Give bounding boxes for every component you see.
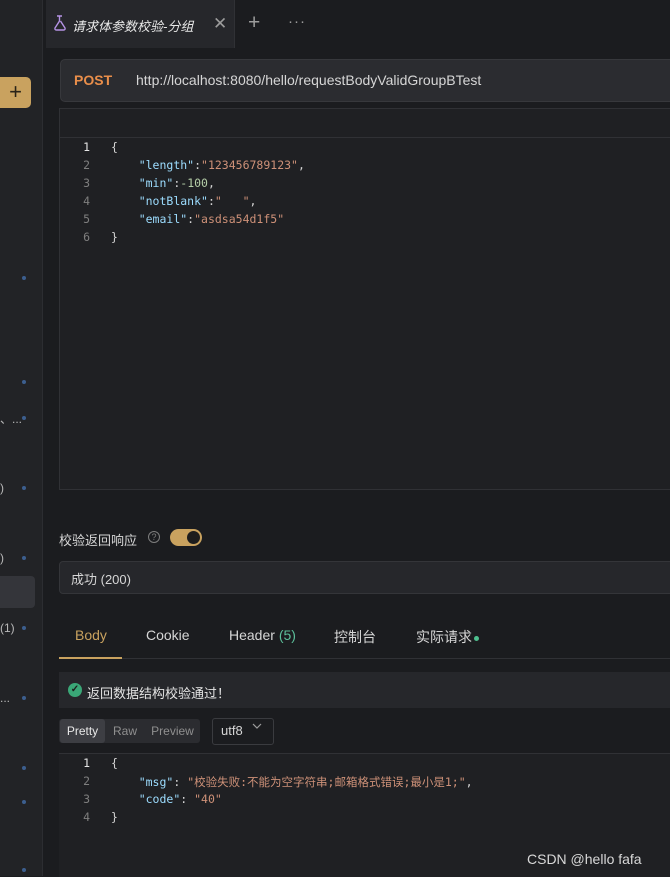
json-value: "校验失败:不能为空字符串;邮箱格式错误;最小是1;" <box>187 775 466 789</box>
json-value: "123456789123" <box>201 158 298 172</box>
help-icon[interactable]: ? <box>148 531 160 543</box>
chevron-down-icon <box>252 723 262 729</box>
sidebar-item-label[interactable]: ... <box>0 691 10 705</box>
close-icon[interactable]: ✕ <box>213 14 227 34</box>
line-number: 5 <box>83 212 90 226</box>
sidebar-item-label[interactable]: 、... <box>0 410 22 427</box>
tab-console[interactable]: 控制台 <box>334 627 376 647</box>
format-pretty-button[interactable]: Pretty <box>60 719 105 743</box>
code-line: "email":"asdsa54d1f5" <box>138 212 285 226</box>
validation-message: 返回数据结构校验通过！ <box>87 686 231 701</box>
sidebar-dot <box>22 800 26 804</box>
line-number: 6 <box>83 230 90 244</box>
editor-toolbar <box>60 109 670 138</box>
json-value: "40" <box>194 792 222 806</box>
tab-header-label: Header <box>229 627 275 643</box>
divider <box>59 658 670 659</box>
json-key: "min" <box>138 176 174 190</box>
line-number: 1 <box>83 140 90 154</box>
line-number: 4 <box>83 810 90 824</box>
add-button[interactable]: + <box>0 77 31 108</box>
code-line: "notBlank":" ", <box>138 194 257 208</box>
tab-title: 请求体参数校验-分组 <box>72 19 194 34</box>
sidebar-dot <box>22 868 26 872</box>
tab-actual-request[interactable]: 实际请求 <box>416 627 479 647</box>
format-raw-button[interactable]: Raw <box>106 719 144 743</box>
watermark: CSDN @hello fafa <box>527 851 642 867</box>
more-icon[interactable]: ··· <box>288 13 306 30</box>
check-circle-icon: ✓ <box>68 683 82 697</box>
encoding-value: utf8 <box>221 723 243 738</box>
sidebar-item-active[interactable] <box>0 576 35 608</box>
code-line: "code": "40" <box>138 792 222 806</box>
json-key: "notBlank" <box>138 194 208 208</box>
line-number: 2 <box>83 774 90 788</box>
tab-header[interactable]: Header (5) <box>229 627 296 643</box>
line-number: 2 <box>83 158 90 172</box>
code-line: "length":"123456789123", <box>138 158 305 172</box>
json-key: "code" <box>138 792 181 806</box>
code-line: } <box>111 230 118 244</box>
json-key: "length" <box>138 158 195 172</box>
code-line: "msg": "校验失败:不能为空字符串;邮箱格式错误;最小是1;", <box>138 775 473 789</box>
sidebar-item-label[interactable]: ) <box>0 551 4 565</box>
sidebar-dot <box>22 486 26 490</box>
tab-body[interactable]: Body <box>75 627 107 643</box>
request-icon <box>54 15 66 31</box>
collection-sidebar <box>0 0 43 876</box>
json-key: "msg" <box>138 775 174 789</box>
sidebar-item-label[interactable]: (1) <box>0 621 15 635</box>
sidebar-dot <box>22 416 26 420</box>
code-line: { <box>111 140 118 154</box>
sidebar-item-label[interactable]: ) <box>0 481 4 495</box>
active-tab-indicator <box>59 657 122 659</box>
sidebar-dot <box>22 556 26 560</box>
json-value: " " <box>214 194 250 208</box>
code-line: "min":-100, <box>138 176 215 190</box>
line-number: 1 <box>83 756 90 770</box>
line-number: 3 <box>83 176 90 190</box>
sidebar-dot <box>22 276 26 280</box>
expected-status-select[interactable] <box>59 561 670 594</box>
expected-status-value: 成功 (200) <box>71 572 131 587</box>
line-number: 4 <box>83 194 90 208</box>
code-line: } <box>111 810 118 824</box>
new-tab-button[interactable]: + <box>248 11 260 35</box>
line-number: 3 <box>83 792 90 806</box>
code-line: { <box>111 756 118 770</box>
sidebar-dot <box>22 380 26 384</box>
json-key: "email" <box>138 212 188 226</box>
status-dot-icon <box>474 635 479 641</box>
toggle-knob <box>187 531 200 544</box>
tab-actual-request-label: 实际请求 <box>416 629 472 645</box>
json-value: "asdsa54d1f5" <box>194 212 285 226</box>
sidebar-dot <box>22 766 26 770</box>
validate-response-label: 校验返回响应 <box>59 533 138 548</box>
url-input[interactable]: http://localhost:8080/hello/requestBodyV… <box>136 72 481 88</box>
format-preview-button[interactable]: Preview <box>145 719 200 743</box>
sidebar-dot <box>22 696 26 700</box>
json-value: -100 <box>180 176 208 190</box>
header-count: (5) <box>278 627 296 643</box>
method-select[interactable]: POST <box>74 72 112 88</box>
sidebar-dot <box>22 626 26 630</box>
tab-cookie[interactable]: Cookie <box>146 627 190 643</box>
